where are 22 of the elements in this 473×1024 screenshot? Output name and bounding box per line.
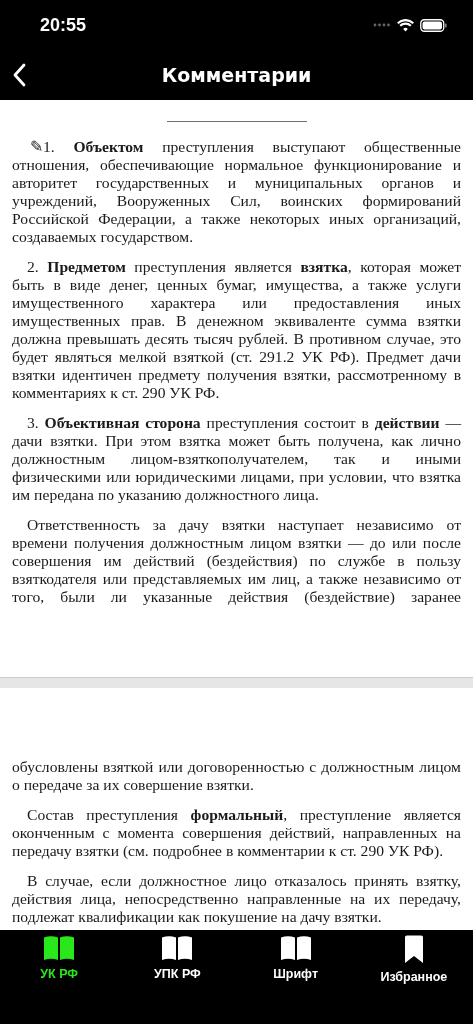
book-icon <box>161 935 194 961</box>
screen-title: Комментарии <box>161 64 312 86</box>
paragraph: 2. Предметом преступления является взятка, которая может быть в виде денег, ценных бумаг, имущества, а также услуги имущественного характера или предоставления иных имущественных прав. В денежном эквиваленте сумма взятки должна превышать десять тысяч рублей. В противном случае, это будет являться мелкой взяткой (ст. 291.2 УК РФ). Предмет дачи взятки идентичен предмету получения взятки, рассмотренному в комментариях к ст. 290 УК РФ. <box>12 258 461 402</box>
tab[interactable]: Избранное <box>354 935 473 1024</box>
tab[interactable]: УК РФ <box>0 935 119 1024</box>
book-icon <box>279 935 312 961</box>
paragraph: 3. Объективная сторона преступления состоит в действии — дачи взятки. При этом взятка может быть получена, как лично должностным лицом-взяткополучателем, так и иными физическими или юридическими лицами, при условии, что взятка им передана по указанию должностного лица. <box>12 414 461 504</box>
status-time: 20:55 <box>40 14 87 36</box>
signal-icon <box>373 23 391 27</box>
wifi-icon <box>397 18 414 32</box>
paragraph: В случае, если должностное лицо отказалось принять взятку, действия лица, непосредственно направленные на их передачу, подлежат квалификации как покушение на дачу взятки. <box>12 872 461 926</box>
paragraph: Состав преступления формальный, преступление является оконченным с момента совершения действий, направленных на передачу взятки (см. подробнее в комментарии к ст. 290 УК РФ). <box>12 806 461 860</box>
paragraph: Ответственность за дачу взятки наступает независимо от времени получения должностным лицом взятки — до или после совершения им действий (бездействия) по службе в пользу взяткодателя или представляемых им лиц, а также независимо от того, были ли указанные действия (бездействие) заранее <box>12 516 461 606</box>
back-icon <box>12 63 26 87</box>
tab[interactable]: Шрифт <box>236 935 355 1024</box>
back-button[interactable] <box>12 63 26 87</box>
tab[interactable]: УПК РФ <box>118 935 237 1024</box>
bookmark-icon <box>403 935 424 964</box>
paragraph: ✎1. Объектом преступления выступают общественные отношения, обеспечивающие нормальное функционирование и авторитет государственных и муниципальных органов и учреждений, Вооруженных Сил, воинских формирований Российской Федерации, а также некоторых иных организаций, создаваемых государством. <box>12 138 461 246</box>
battery-icon <box>420 18 447 32</box>
book-icon <box>43 935 76 961</box>
paragraph: обусловлены взяткой или договоренностью с должностным лицом о передаче за их совершение взятки. <box>12 758 461 794</box>
